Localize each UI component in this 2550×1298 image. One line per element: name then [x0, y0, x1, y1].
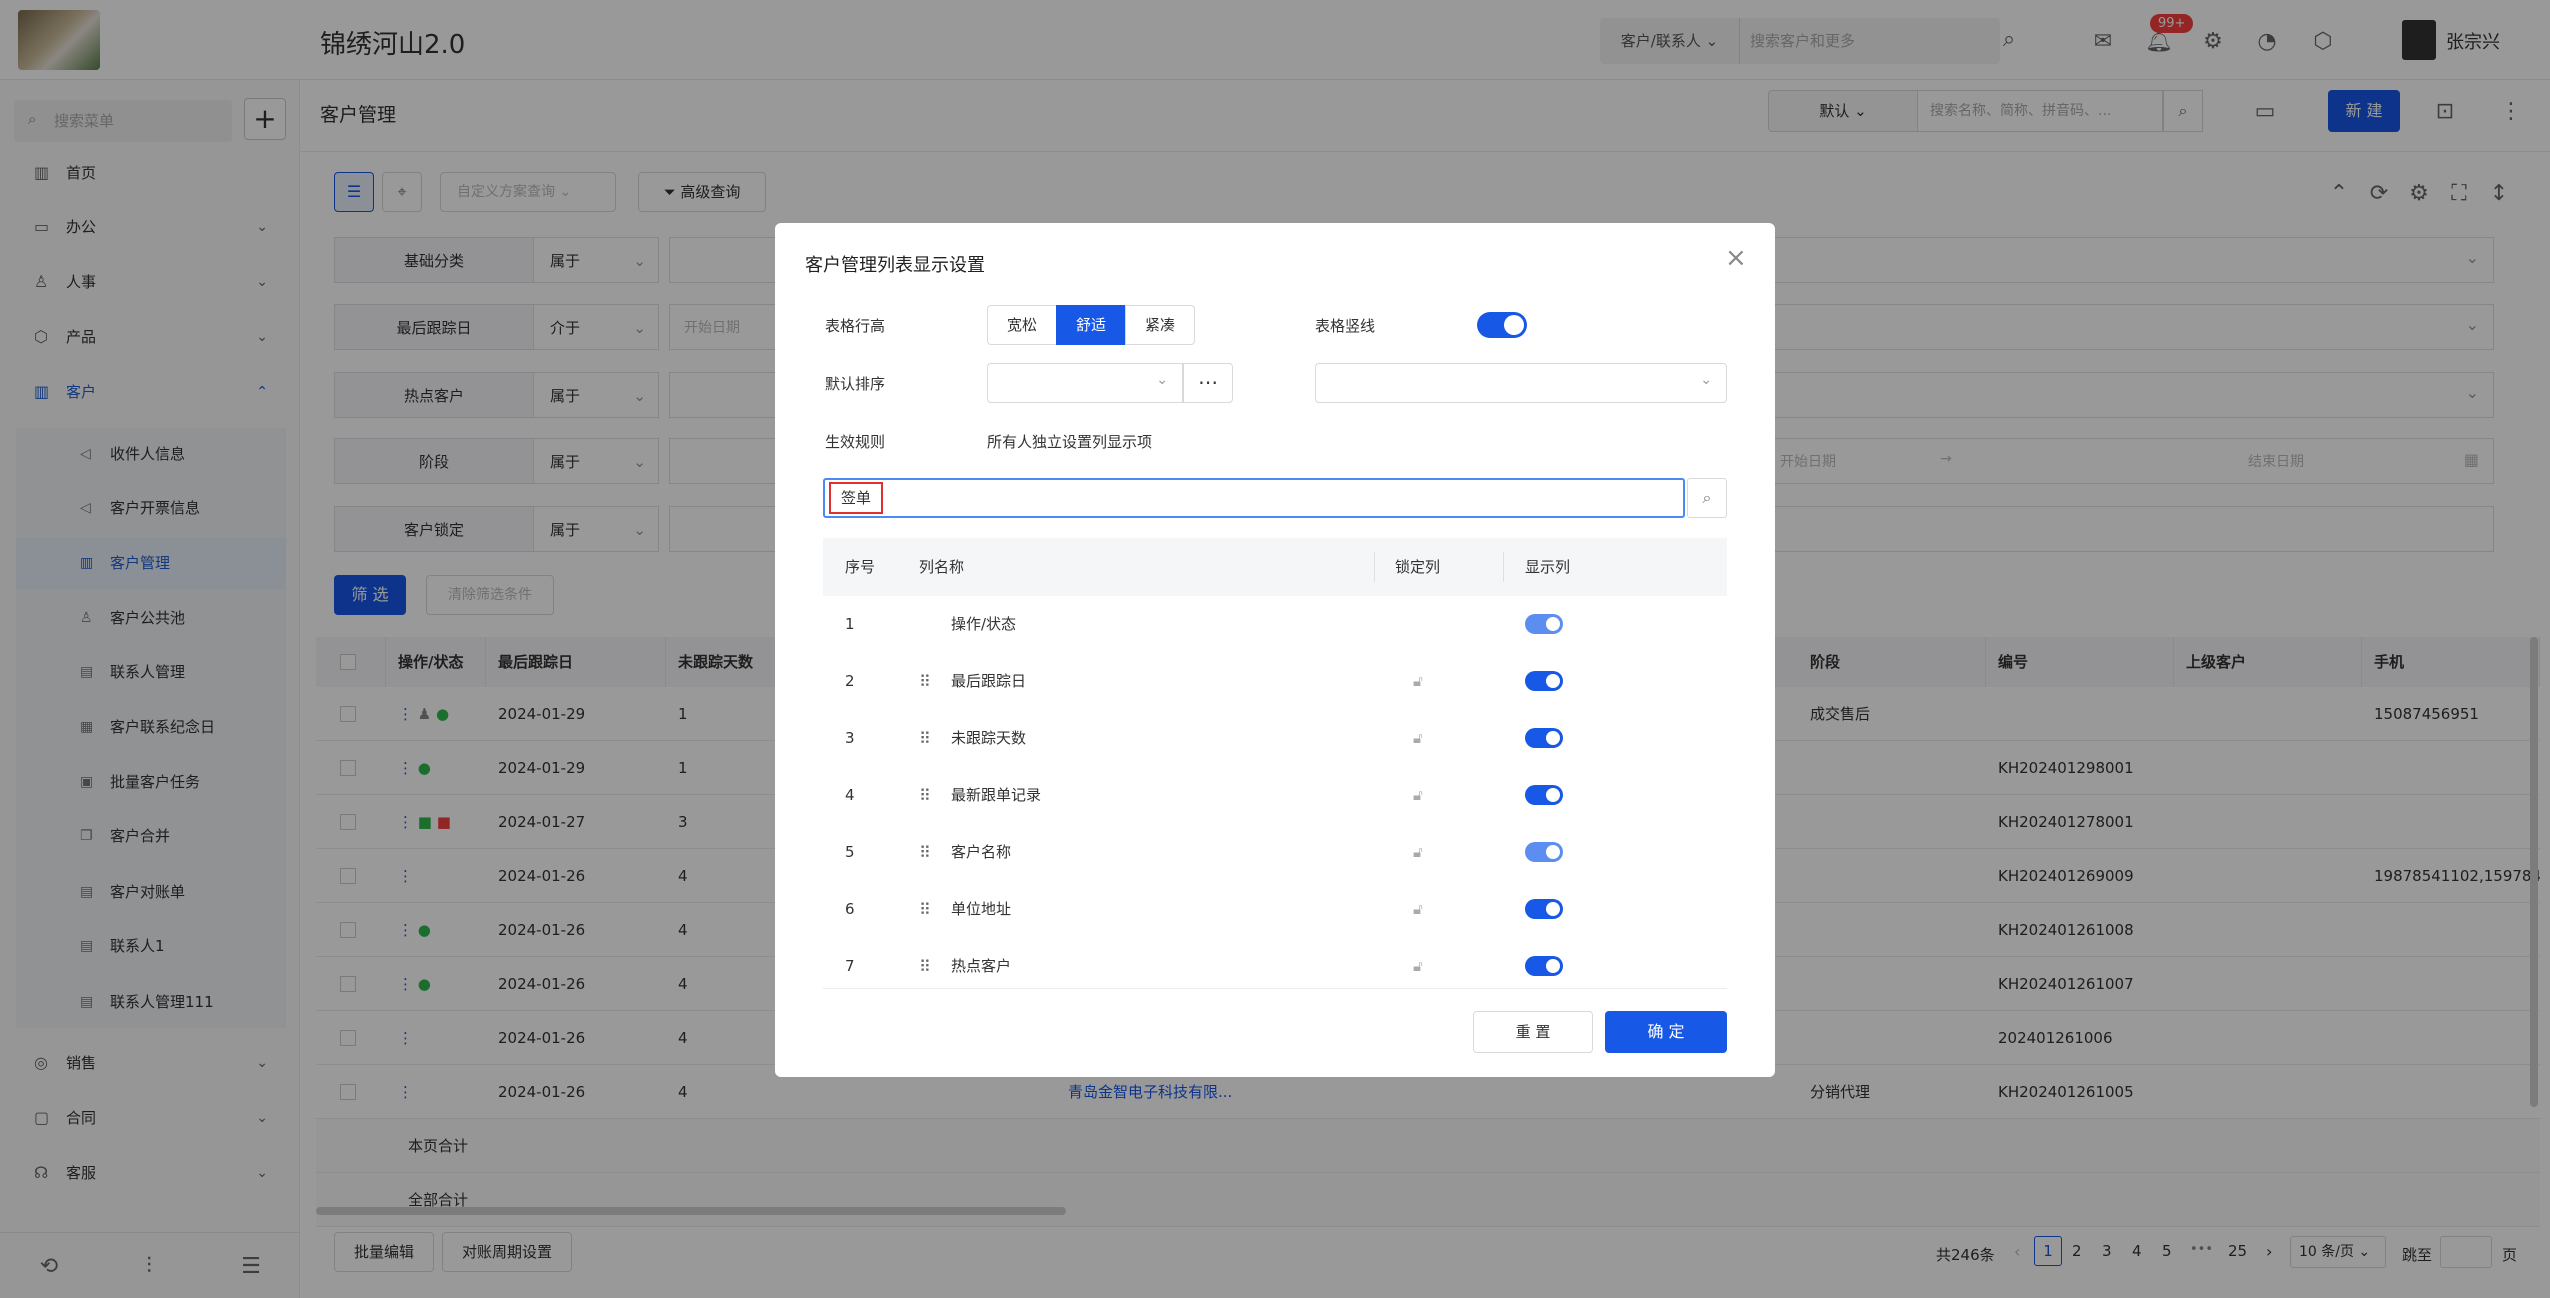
unlock-icon[interactable]: 🔓︎ — [1413, 710, 1423, 767]
confirm-button[interactable]: 确 定 — [1605, 1011, 1727, 1053]
column-index: 6 — [845, 900, 855, 918]
show-column-toggle[interactable] — [1525, 899, 1563, 919]
row-height-option-loose[interactable]: 宽松 — [987, 305, 1057, 345]
column-index: 5 — [845, 843, 855, 861]
vertical-line-toggle[interactable] — [1477, 312, 1527, 338]
drag-handle-icon[interactable]: ⠿ — [919, 881, 931, 938]
column-name: 客户名称 — [951, 843, 1012, 861]
show-column-toggle[interactable] — [1525, 785, 1563, 805]
default-sort-select[interactable]: ⌄ — [987, 363, 1183, 403]
column-row[interactable]: 3 ⠿ 未跟踪天数 🔓︎ — [823, 710, 1727, 767]
effect-rule-label: 生效规则 — [825, 433, 886, 451]
column-row[interactable]: 4 ⠿ 最新跟单记录 🔓︎ — [823, 767, 1727, 824]
column-name: 最后跟踪日 — [951, 672, 1027, 690]
header-divider — [1374, 552, 1375, 582]
unlock-icon[interactable]: 🔓︎ — [1413, 653, 1423, 710]
secondary-sort-select[interactable]: ⌄ — [1315, 363, 1727, 403]
column-name: 未跟踪天数 — [951, 729, 1027, 747]
column-index: 1 — [845, 615, 855, 633]
column-index: 2 — [845, 672, 855, 690]
drag-handle-icon[interactable]: ⠿ — [919, 653, 931, 710]
row-height-label: 表格行高 — [825, 317, 886, 335]
col-header-lock: 锁定列 — [1395, 538, 1441, 596]
show-column-toggle[interactable] — [1525, 728, 1563, 748]
more-horizontal-icon[interactable]: ⋯ — [1183, 363, 1233, 403]
drag-handle-icon[interactable]: ⠿ — [919, 767, 931, 824]
chevron-down-icon: ⌄ — [1700, 372, 1712, 388]
column-row: 1 操作/状态 — [823, 596, 1727, 653]
drag-handle-icon[interactable]: ⠿ — [919, 710, 931, 767]
column-index: 7 — [845, 957, 855, 975]
search-value: 签单 — [829, 482, 883, 514]
header-divider — [1503, 552, 1504, 582]
effect-rule-value: 所有人独立设置列显示项 — [987, 433, 1153, 451]
vertical-line-label: 表格竖线 — [1315, 317, 1376, 335]
default-sort-label: 默认排序 — [825, 375, 886, 393]
show-column-toggle[interactable] — [1525, 614, 1563, 634]
close-icon[interactable]: × — [1725, 243, 1747, 273]
drag-handle-icon[interactable]: ⠿ — [919, 824, 931, 881]
column-name: 热点客户 — [951, 957, 1012, 975]
column-name: 操作/状态 — [951, 615, 1017, 633]
column-row[interactable]: 2 ⠿ 最后跟踪日 🔓︎ — [823, 653, 1727, 710]
unlock-icon[interactable]: 🔓︎ — [1413, 824, 1423, 881]
unlock-icon[interactable]: 🔓︎ — [1413, 938, 1423, 988]
show-column-toggle[interactable] — [1525, 671, 1563, 691]
column-row[interactable]: 6 ⠿ 单位地址 🔓︎ — [823, 881, 1727, 938]
col-header-show: 显示列 — [1525, 538, 1571, 596]
show-column-toggle[interactable] — [1525, 842, 1563, 862]
column-row[interactable]: 7 ⠿ 热点客户 🔓︎ — [823, 938, 1727, 988]
column-search-input[interactable]: 签单 — [823, 478, 1685, 518]
column-index: 3 — [845, 729, 855, 747]
drag-handle-icon[interactable]: ⠿ — [919, 938, 931, 988]
col-header-index: 序号 — [845, 538, 876, 596]
chevron-down-icon: ⌄ — [1156, 372, 1168, 388]
unlock-icon[interactable]: 🔓︎ — [1413, 881, 1423, 938]
unlock-icon[interactable]: 🔓︎ — [1413, 767, 1423, 824]
row-height-option-compact[interactable]: 紧凑 — [1125, 305, 1195, 345]
search-icon[interactable]: ⌕ — [1687, 478, 1727, 518]
col-header-name: 列名称 — [919, 538, 965, 596]
column-settings-table: 序号 列名称 锁定列 显示列 1 操作/状态 2 ⠿ 最后跟踪日 🔓︎ 3 ⠿ … — [823, 538, 1727, 988]
column-row[interactable]: 5 ⠿ 客户名称 🔓︎ — [823, 824, 1727, 881]
column-index: 4 — [845, 786, 855, 804]
table-bottom-divider — [823, 988, 1727, 989]
column-name: 单位地址 — [951, 900, 1012, 918]
show-column-toggle[interactable] — [1525, 956, 1563, 976]
reset-button[interactable]: 重 置 — [1473, 1011, 1593, 1053]
row-height-option-comfortable[interactable]: 舒适 — [1056, 305, 1126, 345]
modal-title: 客户管理列表显示设置 — [805, 255, 985, 276]
column-name: 最新跟单记录 — [951, 786, 1042, 804]
list-settings-modal: 客户管理列表显示设置 × 表格行高 宽松 舒适 紧凑 表格竖线 默认排序 ⌄ ⋯… — [775, 223, 1775, 1077]
